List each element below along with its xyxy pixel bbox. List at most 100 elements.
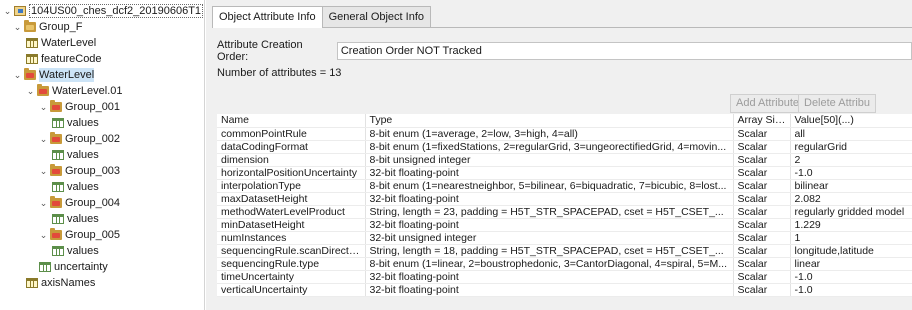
cell-array-size[interactable]: Scalar [733,166,791,180]
chevron-down-icon[interactable]: ⌄ [3,4,12,18]
cell-value[interactable]: regularGrid [790,140,912,154]
table-row[interactable]: interpolationType 8-bit enum (1=nearestne… [217,179,912,193]
table-row[interactable]: timeUncertainty 32-bit floating-point Scal… [217,270,912,284]
cell-name[interactable]: methodWaterLevelProduct [217,205,366,219]
tree-node-group[interactable]: ⌄ Group_001 [39,100,120,114]
cell-type[interactable]: 32-bit floating-point [365,283,734,297]
cell-type[interactable]: 32-bit floating-point [365,270,734,284]
cell-value[interactable]: -1.0 [790,166,912,180]
cell-array-size[interactable]: Scalar [733,205,791,219]
tab-object-attribute-info[interactable]: Object Attribute Info [212,6,323,28]
table-row[interactable]: dimension 8-bit unsigned integer Scalar 2 [217,153,912,167]
table-row[interactable]: verticalUncertainty 32-bit floating-point… [217,283,912,297]
cell-value[interactable]: 2 [790,153,912,167]
cell-type[interactable]: String, length = 23, padding = H5T_STR_S… [365,205,734,219]
table-row[interactable]: minDatasetHeight 32-bit floating-point Sca… [217,218,912,232]
object-tree[interactable]: ⌄ 104US00_ches_dcf2_20190606T1 ⌄ Group_F… [0,0,205,310]
cell-name[interactable]: timeUncertainty [217,270,366,284]
column-header-value[interactable]: Value[50](...) [790,114,912,128]
cell-array-size[interactable]: Scalar [733,179,791,193]
table-row[interactable]: sequencingRule.type 8-bit enum (1=linear,… [217,257,912,271]
add-attribute-button[interactable]: Add Attribute [730,94,805,113]
attribute-table[interactable]: Name Type Array Size Value[50](...) comm… [217,114,912,297]
cell-type[interactable]: 32-bit unsigned integer [365,231,734,245]
table-row[interactable]: sequencingRule.scanDirection String, leng… [217,244,912,258]
cell-array-size[interactable]: Scalar [733,153,791,167]
delete-attribute-button[interactable]: Delete Attribu [798,94,877,113]
cell-value[interactable]: 1.229 [790,218,912,232]
cell-type[interactable]: 8-bit enum (1=fixedStations, 2=regularGr… [365,140,734,154]
tab-general-object-info[interactable]: General Object Info [321,6,432,27]
table-row[interactable]: methodWaterLevelProduct String, length = … [217,205,912,219]
cell-value[interactable]: all [790,127,912,141]
tree-node-axisnames[interactable]: axisNames [26,276,95,290]
tree-node-values[interactable]: values [52,148,99,162]
tree-node-group[interactable]: ⌄ Group_003 [39,164,120,178]
tree-node-uncertainty[interactable]: uncertainty [39,260,108,274]
tree-node-values[interactable]: values [52,116,99,130]
tree-node-group[interactable]: ⌄ Group_004 [39,196,120,210]
cell-value[interactable]: longitude,latitude [790,244,912,258]
cell-name[interactable]: minDatasetHeight [217,218,366,232]
cell-name[interactable]: dataCodingFormat [217,140,366,154]
cell-type[interactable]: 8-bit enum (1=linear, 2=boustrophedonic,… [365,257,734,271]
cell-array-size[interactable]: Scalar [733,244,791,258]
column-header-type[interactable]: Type [365,114,734,128]
chevron-down-icon[interactable]: ⌄ [13,68,22,82]
cell-array-size[interactable]: Scalar [733,218,791,232]
cell-name[interactable]: commonPointRule [217,127,366,141]
table-row[interactable]: commonPointRule 8-bit enum (1=average, 2=… [217,127,912,141]
cell-name[interactable]: numInstances [217,231,366,245]
chevron-down-icon[interactable]: ⌄ [39,100,48,114]
cell-array-size[interactable]: Scalar [733,283,791,297]
tree-node-waterlevel[interactable]: ⌄ WaterLevel [13,68,95,82]
chevron-down-icon[interactable]: ⌄ [26,84,35,98]
cell-name[interactable]: interpolationType [217,179,366,193]
cell-value[interactable]: -1.0 [790,283,912,297]
chevron-down-icon[interactable]: ⌄ [39,228,48,242]
tree-node-values[interactable]: values [52,212,99,226]
table-row[interactable]: numInstances 32-bit unsigned integer Scala… [217,231,912,245]
tree-node-dataset-featurecode[interactable]: featureCode [26,52,102,66]
cell-name[interactable]: dimension [217,153,366,167]
cell-value[interactable]: 2.082 [790,192,912,206]
cell-array-size[interactable]: Scalar [733,192,791,206]
cell-name[interactable]: sequencingRule.scanDirection [217,244,366,258]
chevron-down-icon[interactable]: ⌄ [39,196,48,210]
cell-array-size[interactable]: Scalar [733,270,791,284]
cell-value[interactable]: 1 [790,231,912,245]
tree-node-dataset-waterlevel[interactable]: WaterLevel [26,36,96,50]
cell-name[interactable]: verticalUncertainty [217,283,366,297]
tree-node-file[interactable]: ⌄ 104US00_ches_dcf2_20190606T1 [3,4,204,18]
cell-name[interactable]: maxDatasetHeight [217,192,366,206]
tree-node-waterlevel-01[interactable]: ⌄ WaterLevel.01 [26,84,123,98]
chevron-down-icon[interactable]: ⌄ [39,164,48,178]
column-header-name[interactable]: Name [217,114,366,128]
cell-type[interactable]: 8-bit unsigned integer [365,153,734,167]
cell-type[interactable]: 32-bit floating-point [365,218,734,232]
cell-type[interactable]: 8-bit enum (1=nearestneighbor, 5=bilinea… [365,179,734,193]
cell-array-size[interactable]: Scalar [733,140,791,154]
cell-value[interactable]: regularly gridded model [790,205,912,219]
cell-value[interactable]: -1.0 [790,270,912,284]
table-row[interactable]: horizontalPositionUncertainty 32-bit floa… [217,166,912,180]
cell-array-size[interactable]: Scalar [733,231,791,245]
cell-type[interactable]: 32-bit floating-point [365,166,734,180]
cell-name[interactable]: horizontalPositionUncertainty [217,166,366,180]
cell-name[interactable]: sequencingRule.type [217,257,366,271]
tree-node-group[interactable]: ⌄ Group_002 [39,132,120,146]
chevron-down-icon[interactable]: ⌄ [39,132,48,146]
tree-node-values[interactable]: values [52,244,99,258]
table-row[interactable]: maxDatasetHeight 32-bit floating-point Sca… [217,192,912,206]
cell-array-size[interactable]: Scalar [733,127,791,141]
tree-node-group[interactable]: ⌄ Group_005 [39,228,120,242]
cell-type[interactable]: 32-bit floating-point [365,192,734,206]
cell-type[interactable]: String, length = 18, padding = H5T_STR_S… [365,244,734,258]
tree-node-group-f[interactable]: ⌄ Group_F [13,20,82,34]
cell-array-size[interactable]: Scalar [733,257,791,271]
cell-value[interactable]: linear [790,257,912,271]
cell-value[interactable]: bilinear [790,179,912,193]
chevron-down-icon[interactable]: ⌄ [13,20,22,34]
column-header-array-size[interactable]: Array Size [733,114,791,128]
tree-node-values[interactable]: values [52,180,99,194]
